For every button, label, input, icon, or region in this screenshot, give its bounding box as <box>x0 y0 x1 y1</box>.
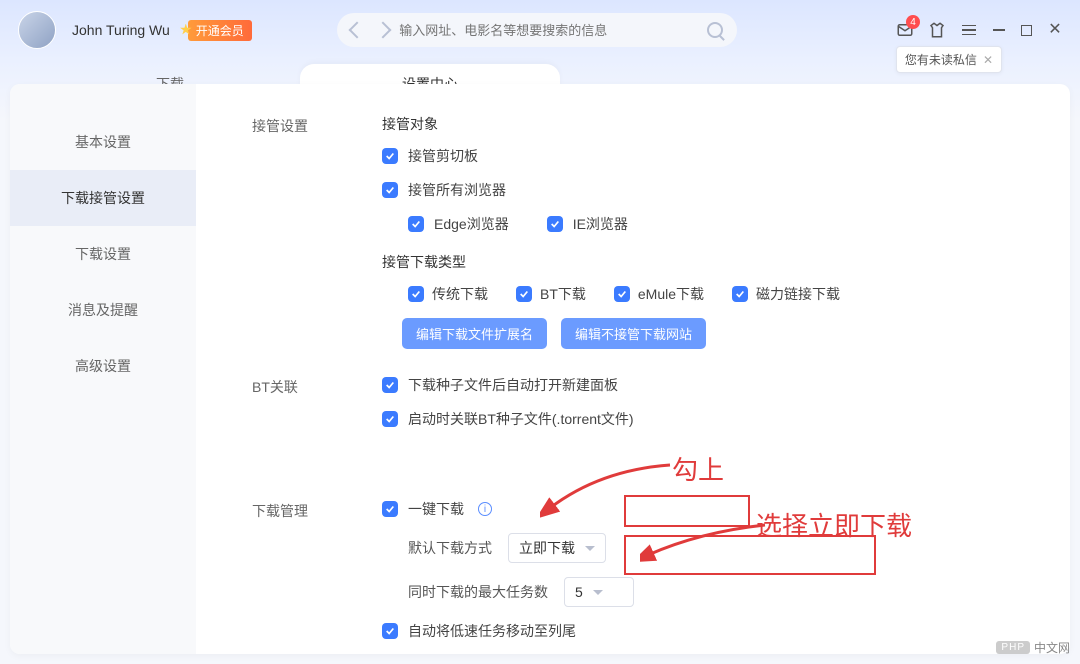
checkbox-move-slow-label: 自动将低速任务移动至列尾 <box>408 621 576 641</box>
max-tasks-value: 5 <box>575 584 583 600</box>
default-mode-label: 默认下载方式 <box>408 538 492 558</box>
edit-skip-sites-button[interactable]: 编辑不接管下载网站 <box>561 318 706 349</box>
search-input[interactable] <box>399 23 697 38</box>
maximize-button[interactable] <box>1020 23 1034 37</box>
mail-icon[interactable]: 4 <box>896 21 914 39</box>
search-bar <box>337 13 737 47</box>
sidebar-item-download-settings[interactable]: 下载设置 <box>10 226 196 282</box>
nav-forward-icon[interactable] <box>375 22 392 39</box>
checkbox-one-click[interactable] <box>382 501 398 517</box>
menu-icon[interactable] <box>960 21 978 39</box>
minimize-button[interactable] <box>992 23 1006 37</box>
settings-sidebar: 基本设置 下载接管设置 下载设置 消息及提醒 高级设置 <box>10 84 196 654</box>
checkbox-emule-label: eMule下载 <box>638 284 704 304</box>
checkbox-assoc-torrent-label: 启动时关联BT种子文件(.torrent文件) <box>408 409 634 429</box>
close-button[interactable]: ✕ <box>1048 23 1062 37</box>
section-label-bt: BT关联 <box>252 375 382 443</box>
header-icon-group: 4 ✕ <box>896 21 1062 39</box>
section-bt-assoc: BT关联 下载种子文件后自动打开新建面板 启动时关联BT种子文件(.torren… <box>252 375 1034 443</box>
checkbox-emule[interactable] <box>614 286 630 302</box>
checkbox-assoc-torrent[interactable] <box>382 411 398 427</box>
checkbox-open-panel[interactable] <box>382 377 398 393</box>
section-takeover: 接管设置 接管对象 接管剪切板 接管所有浏览器 Edge浏览器 IE浏览器 <box>252 114 1034 349</box>
chevron-down-icon <box>593 590 603 595</box>
sidebar-item-download-takeover[interactable]: 下载接管设置 <box>10 170 196 226</box>
checkbox-ie[interactable] <box>547 216 563 232</box>
max-tasks-label: 同时下载的最大任务数 <box>408 582 548 602</box>
watermark-badge: PHP <box>996 641 1030 654</box>
watermark: PHP 中文网 <box>996 639 1070 656</box>
section-download-manage: 下载管理 一键下载 i 默认下载方式 立即下载 同时下载的最大任务数 <box>252 499 1034 654</box>
sidebar-item-advanced[interactable]: 高级设置 <box>10 338 196 394</box>
checkbox-bt[interactable] <box>516 286 532 302</box>
checkbox-all-browsers[interactable] <box>382 182 398 198</box>
watermark-text: 中文网 <box>1034 639 1070 656</box>
max-tasks-select[interactable]: 5 <box>564 577 634 607</box>
edit-extensions-button[interactable]: 编辑下载文件扩展名 <box>402 318 547 349</box>
checkbox-open-panel-label: 下载种子文件后自动打开新建面板 <box>408 375 618 395</box>
checkbox-bt-label: BT下载 <box>540 284 586 304</box>
theme-icon[interactable] <box>928 21 946 39</box>
takeover-target-heading: 接管对象 <box>382 114 1034 134</box>
search-icon[interactable] <box>707 22 723 38</box>
checkbox-ie-label: IE浏览器 <box>573 214 628 234</box>
vip-open-badge[interactable]: 开通会员 <box>188 20 252 41</box>
checkbox-edge-label: Edge浏览器 <box>434 214 509 234</box>
checkbox-magnet[interactable] <box>732 286 748 302</box>
section-label-takeover: 接管设置 <box>252 114 382 349</box>
close-icon[interactable]: ✕ <box>983 53 993 67</box>
section-label-dlmgr: 下载管理 <box>252 499 382 654</box>
avatar[interactable] <box>18 11 56 49</box>
checkbox-one-click-label: 一键下载 <box>408 499 464 519</box>
info-icon[interactable]: i <box>478 502 492 516</box>
checkbox-clipboard[interactable] <box>382 148 398 164</box>
settings-panel: 基本设置 下载接管设置 下载设置 消息及提醒 高级设置 接管设置 接管对象 接管… <box>10 84 1070 654</box>
nav-back-icon[interactable] <box>349 22 366 39</box>
username-label: John Turing Wu <box>72 22 170 38</box>
unread-message-chip[interactable]: 您有未读私信 ✕ <box>896 46 1002 73</box>
takeover-type-heading: 接管下载类型 <box>382 252 1034 272</box>
chevron-down-icon <box>585 546 595 551</box>
sidebar-item-basic[interactable]: 基本设置 <box>10 114 196 170</box>
checkbox-magnet-label: 磁力链接下载 <box>756 284 840 304</box>
checkbox-move-slow[interactable] <box>382 623 398 639</box>
checkbox-traditional[interactable] <box>408 286 424 302</box>
default-mode-value: 立即下载 <box>519 538 575 558</box>
checkbox-all-browsers-label: 接管所有浏览器 <box>408 180 506 200</box>
mail-badge: 4 <box>906 15 920 29</box>
unread-chip-label: 您有未读私信 <box>905 51 977 68</box>
checkbox-edge[interactable] <box>408 216 424 232</box>
checkbox-traditional-label: 传统下载 <box>432 284 488 304</box>
checkbox-clipboard-label: 接管剪切板 <box>408 146 478 166</box>
settings-body: 接管设置 接管对象 接管剪切板 接管所有浏览器 Edge浏览器 IE浏览器 <box>196 84 1070 654</box>
default-mode-select[interactable]: 立即下载 <box>508 533 606 563</box>
sidebar-item-messages[interactable]: 消息及提醒 <box>10 282 196 338</box>
